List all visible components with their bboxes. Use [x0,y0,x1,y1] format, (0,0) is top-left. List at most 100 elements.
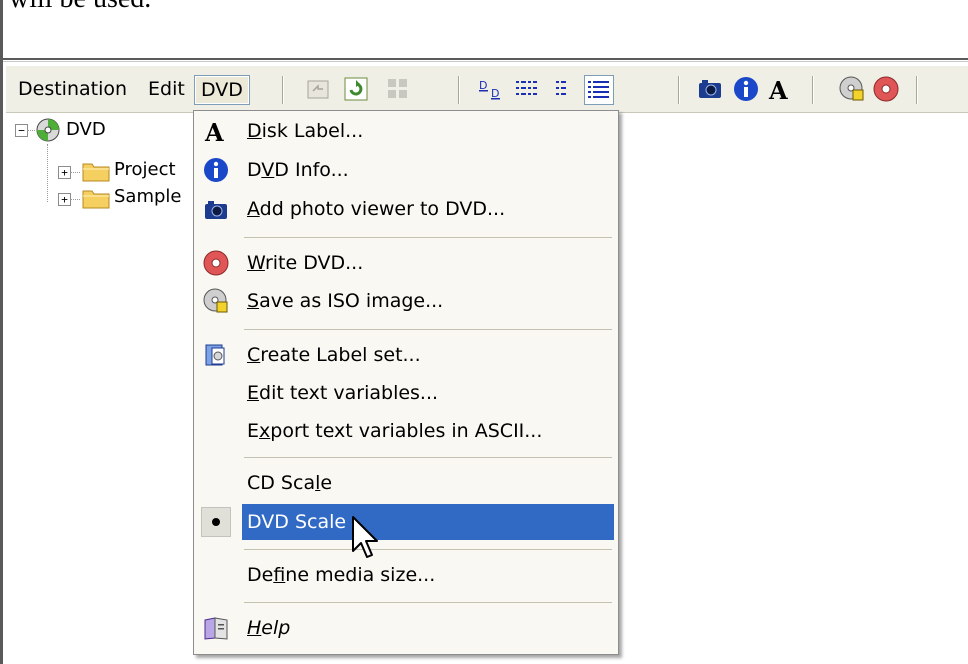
menu-item-label: Define media size... [247,557,435,593]
folder-tree: − DVD + Project + Sample [6,114,206,224]
menu-item-cd-scale[interactable]: CD Scale [196,465,614,501]
font-a-icon: A [204,118,224,144]
label-font-icon[interactable]: A [766,75,794,103]
menu-item-create-label-set[interactable]: Create Label set... [196,337,614,373]
label-post: dit text variables... [259,382,439,404]
menu-item-save-iso[interactable]: Save as ISO image... [196,283,614,319]
label-post: ine media size... [285,564,436,586]
window-top-border-highlight [3,61,968,62]
info-icon [204,158,228,182]
menu-item-export-text-variables[interactable]: Export text variables in ASCII... [196,413,614,449]
write-disc-icon[interactable] [872,75,900,103]
dvd-disc-icon [36,118,60,142]
folder-icon [82,190,110,209]
mnemonic: A [247,198,260,220]
radio-check-dot-icon [212,518,220,526]
label-post: e [320,472,333,494]
write-disc-icon [203,250,229,276]
label-set-icon [205,344,225,366]
folder-icon [82,163,110,182]
menu-item-dvd-scale[interactable]: DVD Scale [196,504,614,540]
label-pre: E [247,420,260,442]
mnemonic: D [247,120,262,142]
mnemonic: C [247,344,261,366]
menu-item-define-media-size[interactable]: Define media size... [196,557,614,593]
iso-disc-icon [203,288,228,313]
menu-separator [244,457,612,458]
label-post: reate Label set... [260,344,421,366]
tree-connector [27,130,35,131]
menu-edit[interactable]: Edit [142,75,191,103]
menu-separator [244,237,612,238]
menu-item-label: Disk Label... [247,113,363,149]
mnemonic: E [247,382,260,404]
tree-item-project[interactable]: Project [114,157,176,183]
menu-item-label: DVD Info... [247,152,349,188]
svg-text:A: A [204,118,224,144]
label-pre: De [247,564,274,586]
help-book-icon [204,617,228,640]
camera-icon [205,201,227,219]
menu-toolbar: Destination Edit DVD D D A [6,66,968,113]
window-top-border [3,58,968,60]
label-pre: D [247,159,262,181]
radio-check-indicator [201,507,231,537]
tree-connector [47,144,48,202]
menu-item-label: Help [247,610,290,646]
menu-separator [244,602,612,603]
up-folder-icon[interactable] [304,75,332,103]
tree-connector [70,172,80,173]
mnemonic: f [273,564,286,586]
menu-separator [244,329,612,330]
menu-item-write-dvd[interactable]: Write DVD... [196,245,614,281]
menu-destination[interactable]: Destination [12,75,133,103]
menu-item-label: Add photo viewer to DVD... [247,191,505,227]
small-icons-view-icon[interactable] [512,75,540,103]
details-view-icon[interactable] [584,75,614,105]
menu-item-edit-text-variables[interactable]: Edit text variables... [196,375,614,411]
toolbar-separator [678,76,680,104]
tree-item-sample[interactable]: Sample [114,184,182,210]
toolbar-separator [458,76,460,104]
menu-item-label: CD Scale [247,465,332,501]
refresh-icon[interactable] [342,75,370,103]
toolbar-separator [812,76,814,104]
menu-item-add-photo-viewer[interactable]: Add photo viewer to DVD... [196,191,614,227]
label-post: D Info... [274,159,349,181]
menu-item-dvd-info[interactable]: DVD Info... [196,152,614,188]
menu-dvd[interactable]: DVD [194,75,250,105]
menu-item-label: Create Label set... [247,337,421,373]
background-caption-text: will be used. [9,0,151,15]
label-pre: DVD Scale [247,511,347,533]
tree-connector [70,199,80,200]
menu-item-label: Write DVD... [247,245,363,281]
menu-item-label: DVD Scale [247,504,346,540]
mnemonic: V [261,159,275,181]
photo-viewer-icon[interactable] [696,75,724,103]
window-left-border [0,0,3,664]
mnemonic: S [247,290,260,312]
menu-item-disk-label[interactable]: A Disk Label... [196,113,614,149]
mnemonic: W [247,252,265,274]
menu-separator [244,549,612,550]
menu-item-label: Export text variables in ASCII... [247,413,542,449]
tree-item-dvd[interactable]: DVD [66,117,106,143]
thumbnails-icon[interactable] [384,75,412,103]
toolbar-separator [282,76,284,104]
info-icon[interactable] [732,75,760,103]
label-post: rite DVD... [264,252,364,274]
mnemonic: x [259,420,271,442]
menu-item-label: Edit text variables... [247,375,438,411]
label-post: elp [261,617,291,639]
mouse-cursor-icon [352,516,378,558]
svg-text:A: A [768,76,788,103]
mnemonic: H [247,617,262,639]
large-icons-view-icon[interactable]: D D [476,75,504,103]
save-iso-icon[interactable] [838,75,866,103]
toolbar-separator [916,76,918,104]
label-pre: CD Sca [247,472,316,494]
label-post: isk Label... [261,120,364,142]
menu-item-help[interactable]: Help [196,610,614,646]
list-view-icon[interactable] [548,75,576,103]
label-post: dd photo viewer to DVD... [259,198,506,220]
